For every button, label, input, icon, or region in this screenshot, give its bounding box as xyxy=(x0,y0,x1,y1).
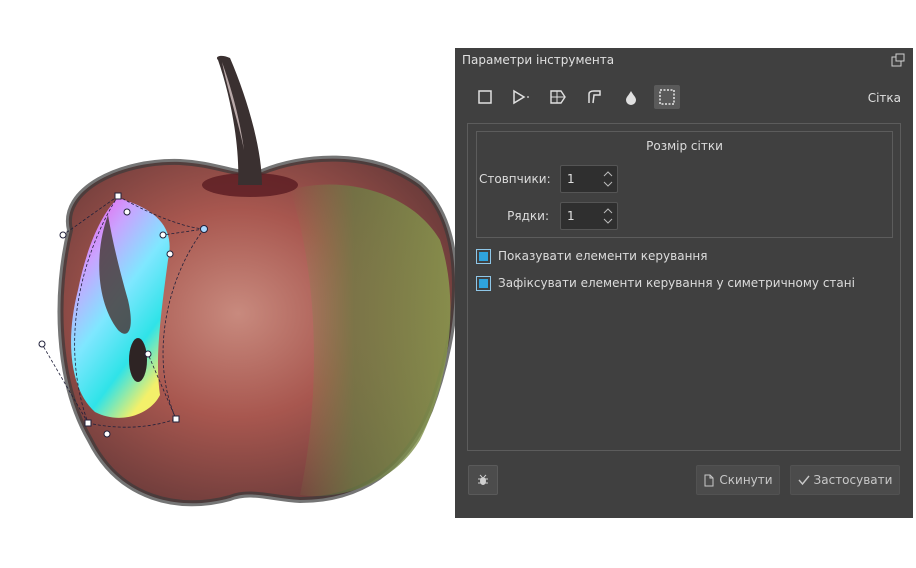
warp-transform-button[interactable] xyxy=(545,85,571,109)
mesh-options-frame: Розмір сітки Стовпчики: 1 Рядки: 1 Показ… xyxy=(467,123,901,451)
free-transform-button[interactable] xyxy=(472,85,498,109)
rows-value: 1 xyxy=(567,209,575,223)
square-icon xyxy=(478,90,492,104)
mode-label: Сітка xyxy=(867,91,901,105)
lock-symmetric-label: Зафіксувати елементи керування у симетри… xyxy=(498,276,855,290)
show-controls-checkbox[interactable]: Показувати елементи керування xyxy=(476,248,707,264)
spin-arrows-icon[interactable] xyxy=(603,169,613,189)
checkbox-checked-icon[interactable] xyxy=(476,248,491,264)
debug-button[interactable] xyxy=(468,465,498,495)
apply-button[interactable]: Застосувати xyxy=(790,465,900,495)
perspective-transform-button[interactable] xyxy=(508,85,534,109)
rows-label: Рядки: xyxy=(507,209,549,223)
reset-button[interactable]: Скинути xyxy=(696,465,780,495)
tool-options-panel: Параметри інструмента Сітка Розмір сітки… xyxy=(455,48,913,518)
bug-icon xyxy=(478,474,488,485)
columns-value: 1 xyxy=(567,172,575,186)
grid-size-group: Розмір сітки Стовпчики: 1 Рядки: 1 xyxy=(476,131,893,238)
spin-arrows-icon[interactable] xyxy=(603,206,613,226)
panel-title: Параметри інструмента xyxy=(462,53,615,67)
document-reset-icon xyxy=(704,474,714,486)
float-window-icon[interactable] xyxy=(891,53,905,67)
perspective-icon xyxy=(550,90,566,104)
curve-icon xyxy=(588,90,601,104)
canvas[interactable] xyxy=(0,0,455,568)
checkmark-icon xyxy=(798,475,810,486)
liquify-transform-button[interactable] xyxy=(618,85,644,109)
drop-icon xyxy=(626,91,636,105)
columns-spinbox[interactable]: 1 xyxy=(560,165,618,193)
grid-size-title: Розмір сітки xyxy=(646,139,723,153)
mesh-transform-button[interactable] xyxy=(654,85,680,109)
show-controls-label: Показувати елементи керування xyxy=(498,249,708,263)
lock-symmetric-checkbox[interactable]: Зафіксувати елементи керування у симетри… xyxy=(476,275,855,291)
cage-transform-button[interactable] xyxy=(581,85,607,109)
reset-label: Скинути xyxy=(719,473,773,487)
rows-spinbox[interactable]: 1 xyxy=(560,202,618,230)
columns-label: Стовпчики: xyxy=(479,172,551,186)
apply-label: Застосувати xyxy=(813,473,893,487)
checkbox-checked-icon[interactable] xyxy=(476,275,491,291)
triangle-icon xyxy=(513,89,529,105)
grid-selection-icon xyxy=(659,89,675,105)
